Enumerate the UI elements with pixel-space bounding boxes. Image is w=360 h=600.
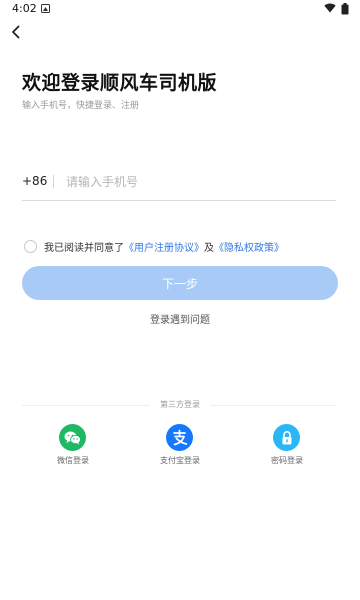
country-code[interactable]: +86 (22, 174, 47, 188)
password-login-label: 密码登录 (271, 456, 303, 465)
agreement-row: 我已阅读并同意了 《用户注册协议》 及 《隐私权政策》 (24, 238, 284, 254)
alipay-login-label: 支付宝登录 (160, 456, 200, 465)
chevron-left-icon (12, 25, 20, 39)
password-login-button[interactable]: 密码登录 (247, 424, 327, 468)
wifi-icon (324, 3, 336, 13)
user-agreement-link[interactable]: 《用户注册协议》 (124, 239, 204, 254)
alipay-login-button[interactable]: 支付宝登录 (140, 424, 220, 468)
page-subtitle: 输入手机号，快捷登录、注册 (22, 101, 140, 111)
wechat-icon (59, 424, 86, 451)
page-title: 欢迎登录顺风车司机版 (22, 72, 218, 94)
agreement-and: 及 (204, 242, 214, 254)
phone-input[interactable] (66, 170, 326, 194)
status-bar: 4:02 (0, 0, 360, 18)
battery-icon (341, 3, 349, 15)
notification-icon (41, 4, 50, 13)
alipay-icon (166, 424, 193, 451)
agreement-prefix: 我已阅读并同意了 (44, 242, 124, 254)
login-help-link[interactable]: 登录遇到问题 (0, 311, 360, 326)
phone-input-row: +86 (22, 168, 336, 201)
lock-icon (273, 424, 300, 451)
next-button[interactable]: 下一步 (22, 266, 338, 300)
back-button[interactable] (4, 20, 28, 44)
wechat-login-button[interactable]: 微信登录 (33, 424, 113, 468)
status-time: 4:02 (12, 2, 37, 15)
third-party-title: 第三方登录 (150, 399, 210, 410)
wechat-login-label: 微信登录 (57, 456, 89, 465)
agreement-checkbox[interactable] (24, 239, 37, 253)
privacy-policy-link[interactable]: 《隐私权政策》 (214, 239, 284, 254)
divider (53, 175, 54, 188)
